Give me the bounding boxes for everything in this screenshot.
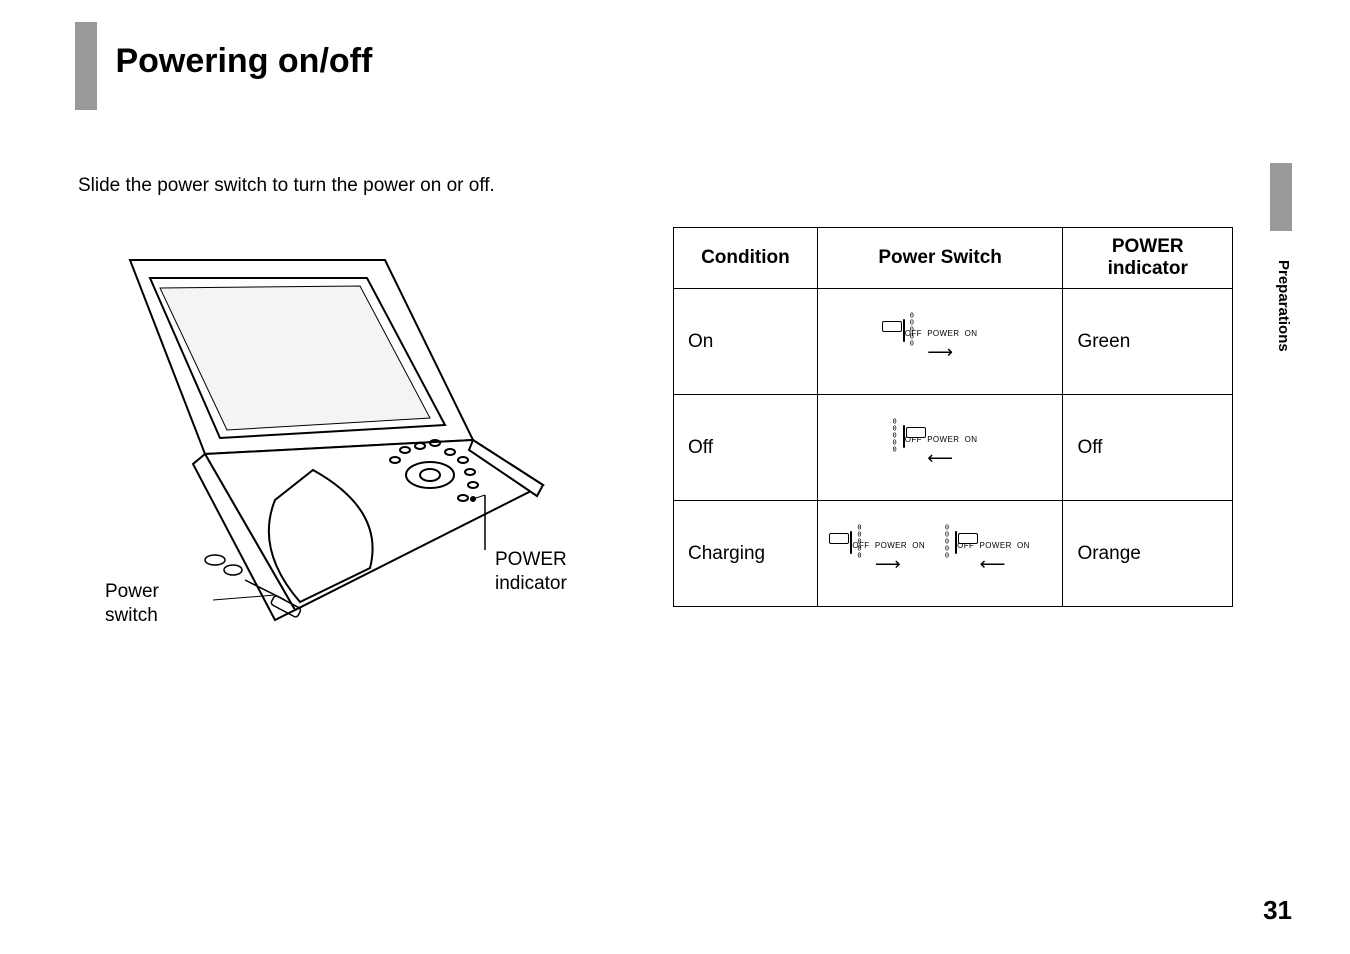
- cell-condition: Off: [674, 395, 818, 501]
- intro-text: Slide the power switch to turn the power…: [78, 175, 495, 197]
- cell-indicator: Off: [1063, 395, 1233, 501]
- side-tab: [1270, 163, 1292, 231]
- device-illustration: Power switch POWER indicator: [75, 250, 615, 640]
- power-state-table: Condition Power Switch POWER indicator O…: [673, 227, 1233, 607]
- table-row: Off 0 0 0 0 0 OFF POWER ON ⟵ Off: [674, 395, 1233, 501]
- section-heading-block: Powering on/off: [75, 22, 372, 110]
- cell-power-switch: 0 0 0 0 0 OFF POWER ON ⟶: [817, 289, 1063, 395]
- heading-accent-bar: [75, 22, 97, 110]
- side-section-label: Preparations: [1275, 260, 1292, 352]
- cell-condition: Charging: [674, 501, 818, 607]
- cell-power-switch: 0 0 0 0 0 OFF POWER ON ⟶ 0 0 0 0 0 OFF P…: [817, 501, 1063, 607]
- table-row: On 0 0 0 0 0 OFF POWER ON ⟶ Green: [674, 289, 1233, 395]
- table-row: Charging 0 0 0 0 0 OFF POWER ON ⟶ 0 0 0 …: [674, 501, 1233, 607]
- th-power-switch: Power Switch: [817, 228, 1063, 289]
- callout-power-switch: Power switch: [105, 580, 159, 628]
- section-heading: Powering on/off: [115, 42, 372, 81]
- cell-power-switch: 0 0 0 0 0 OFF POWER ON ⟵: [817, 395, 1063, 501]
- callout-power-indicator: POWER indicator: [495, 548, 567, 596]
- th-condition: Condition: [674, 228, 818, 289]
- cell-indicator: Orange: [1063, 501, 1233, 607]
- table-body: On 0 0 0 0 0 OFF POWER ON ⟶ Green Off 0 …: [674, 289, 1233, 607]
- cell-condition: On: [674, 289, 818, 395]
- page-number: 31: [1263, 895, 1292, 926]
- th-power-indicator: POWER indicator: [1063, 228, 1233, 289]
- cell-indicator: Green: [1063, 289, 1233, 395]
